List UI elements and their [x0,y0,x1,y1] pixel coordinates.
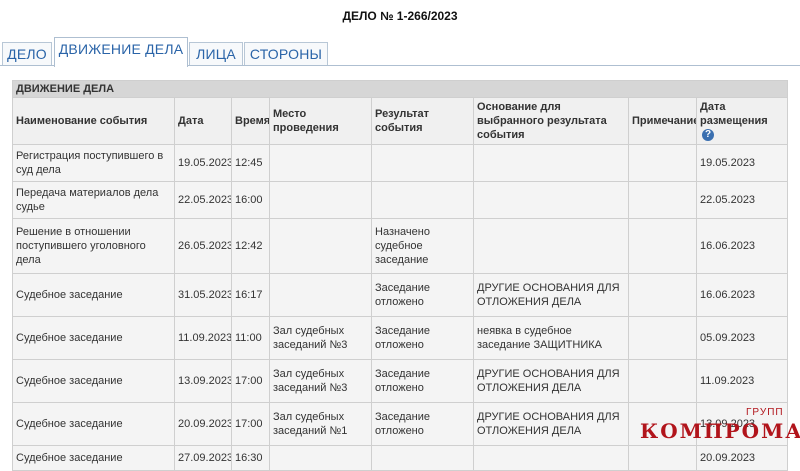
cell-location: Зал судебных заседаний №3 [269,316,372,360]
column-header-posted-date-label: Дата размещения [700,101,768,127]
table-row: Судебное заседание 31.05.2023 16:17 Заседан… [12,273,789,317]
tab-persons[interactable]: ЛИЦА [189,42,243,65]
cell-result: Заседание отложено [371,402,474,446]
cell-event-name: Судебное заседание [12,402,175,446]
tab-case[interactable]: ДЕЛО [2,42,52,65]
cell-date: 20.09.2023 [174,402,232,446]
cell-reason [473,144,629,182]
tab-parties[interactable]: СТОРОНЫ [244,42,328,65]
case-title: ДЕЛО № 1-266/2023 [342,9,458,23]
cell-time: 16:17 [231,273,270,317]
cell-posted-date: 19.05.2023 [695,144,789,182]
column-header-posted-date: Дата размещения ? [695,97,789,145]
cell-reason [473,445,629,471]
cell-note [628,359,697,403]
cell-time: 16:30 [231,445,270,471]
cell-date: 19.05.2023 [174,144,232,182]
cell-date: 27.09.2023 [174,445,232,471]
cell-time: 11:00 [231,316,270,360]
cell-posted-date: 11.09.2023 [695,359,789,403]
cell-result: Заседание отложено [371,359,474,403]
cell-reason: ДРУГИЕ ОСНОВАНИЯ ДЛЯ ОТЛОЖЕНИЯ ДЕЛА [473,402,629,446]
cell-location [269,181,372,219]
cell-time: 12:42 [231,218,270,274]
cell-event-name: Судебное заседание [12,445,175,471]
column-header-note: Примечание [628,97,697,145]
cell-note [628,316,697,360]
cell-location [269,144,372,182]
cell-date: 22.05.2023 [174,181,232,219]
watermark-text: КОМПРОМАТ [640,419,800,443]
table-row: Судебное заседание 11.09.2023 11:00 Зал суд… [12,316,789,360]
cell-posted-date: 16.06.2023 [695,218,789,274]
cell-reason [473,181,629,219]
cell-location [269,218,372,274]
cell-time: 17:00 [231,359,270,403]
case-movement-panel: ДВИЖЕНИЕ ДЕЛА Наименование события Дата … [0,66,800,471]
tab-bar: ДЕЛО ДВИЖЕНИЕ ДЕЛА ЛИЦА СТОРОНЫ [0,37,800,67]
cell-result [371,181,474,219]
column-header-result: Результат события [371,97,474,145]
cell-reason: ДРУГИЕ ОСНОВАНИЯ ДЛЯ ОТЛОЖЕНИЯ ДЕЛА [473,273,629,317]
cell-event-name: Решение в отношении поступившего уголовн… [12,218,175,274]
cell-note [628,181,697,219]
cell-date: 13.09.2023 [174,359,232,403]
column-header-reason: Основание для выбранного результата собы… [473,97,629,145]
cell-location [269,445,372,471]
column-header-time: Время [231,97,270,145]
cell-time: 16:00 [231,181,270,219]
cell-event-name: Регистрация поступившего в суд дела [12,144,175,182]
cell-location [269,273,372,317]
cell-posted-date: 16.06.2023 [695,273,789,317]
cell-posted-date: 05.09.2023 [695,316,789,360]
cell-date: 11.09.2023 [174,316,232,360]
cell-reason [473,218,629,274]
column-header-date: Дата [174,97,232,145]
cell-date: 26.05.2023 [174,218,232,274]
cell-posted-date: 22.05.2023 [695,181,789,219]
cell-note [628,144,697,182]
column-header-event-name: Наименование события [12,97,175,145]
cell-result: Назначено судебное заседание [371,218,474,274]
table-header-row: Наименование события Дата Время Место пр… [12,97,789,145]
table-row: Решение в отношении поступившего уголовн… [12,218,789,274]
table-row: Регистрация поступившего в суд дела 19.05… [12,144,789,182]
cell-result [371,144,474,182]
table-row: Передача материалов дела судье 22.05.2023… [12,181,789,219]
cell-event-name: Судебное заседание [12,273,175,317]
watermark-logo: ГРУПП КОМПРОМАТ [640,407,800,454]
cell-result: Заседание отложено [371,316,474,360]
cell-reason: неявка в судебное заседание ЗАЩИТНИКА [473,316,629,360]
case-movement-table: ДВИЖЕНИЕ ДЕЛА Наименование события Дата … [11,80,789,471]
cell-location: Зал судебных заседаний №1 [269,402,372,446]
section-title: ДВИЖЕНИЕ ДЕЛА [11,80,789,98]
cell-location: Зал судебных заседаний №3 [269,359,372,403]
cell-time: 17:00 [231,402,270,446]
cell-result: Заседание отложено [371,273,474,317]
cell-date: 31.05.2023 [174,273,232,317]
cell-note [628,273,697,317]
cell-event-name: Передача материалов дела судье [12,181,175,219]
cell-reason: ДРУГИЕ ОСНОВАНИЯ ДЛЯ ОТЛОЖЕНИЯ ДЕЛА [473,359,629,403]
cell-event-name: Судебное заседание [12,359,175,403]
cell-event-name: Судебное заседание [12,316,175,360]
cell-time: 12:45 [231,144,270,182]
watermark-subtext: ГРУПП [746,407,784,418]
help-icon[interactable]: ? [702,129,714,142]
tab-case-movement[interactable]: ДВИЖЕНИЕ ДЕЛА [54,37,188,67]
cell-result [371,445,474,471]
column-header-location: Место проведения [269,97,372,145]
table-row: Судебное заседание 13.09.2023 17:00 Зал суд… [12,359,789,403]
cell-note [628,218,697,274]
